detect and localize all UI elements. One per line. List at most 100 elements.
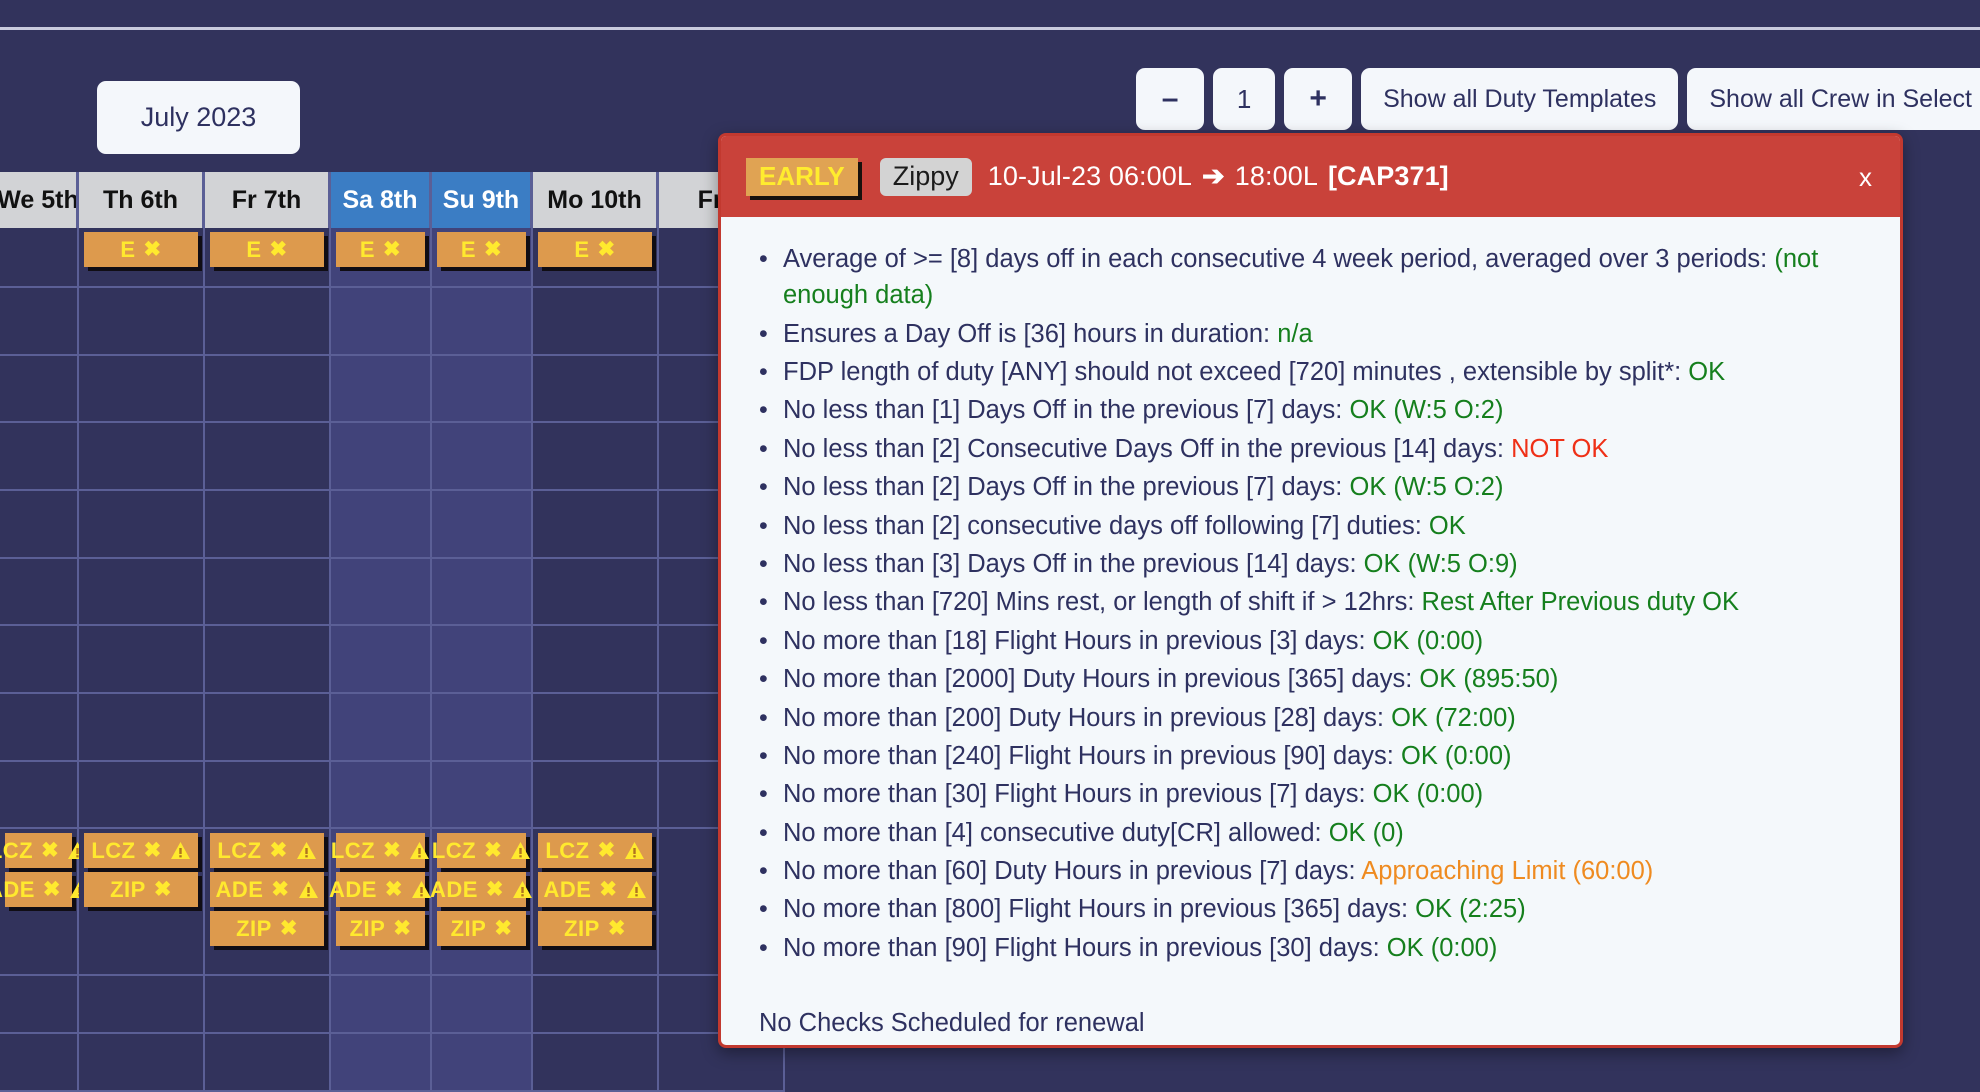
roster-cell[interactable]	[331, 491, 430, 559]
roster-cell[interactable]	[205, 1034, 329, 1092]
roster-cell[interactable]: E ✖	[79, 228, 203, 288]
roster-cell[interactable]	[79, 423, 203, 491]
roster-cell[interactable]: LCZ ✖ ADE ✖ ZIP ✖	[329, 829, 432, 976]
roster-cell[interactable]	[432, 1034, 531, 1092]
duty-chip-remove-icon[interactable]: ✖	[484, 237, 502, 262]
duty-chip[interactable]: E ✖	[538, 232, 652, 267]
roster-cell[interactable]	[331, 288, 430, 356]
duty-chip-remove-icon[interactable]: ✖	[599, 877, 617, 902]
roster-cell[interactable]	[0, 694, 77, 762]
duty-chip-remove-icon[interactable]: ✖	[494, 916, 512, 941]
duty-chip[interactable]: ZIP ✖	[538, 911, 652, 947]
roster-cell[interactable]: E ✖	[432, 228, 531, 288]
roster-cell[interactable]	[0, 356, 77, 424]
roster-cell[interactable]	[79, 356, 203, 424]
roster-cell[interactable]	[533, 694, 657, 762]
day-header-5[interactable]: Mo 10th	[533, 172, 659, 228]
roster-cell[interactable]	[205, 694, 329, 762]
roster-cell[interactable]	[205, 626, 329, 694]
duty-chip-remove-icon[interactable]: ✖	[385, 877, 403, 902]
duty-chip[interactable]: ADE ✖	[430, 872, 533, 908]
duty-chip-remove-icon[interactable]: ✖	[393, 916, 411, 941]
roster-cell[interactable]	[0, 228, 77, 288]
roster-cell[interactable]	[205, 423, 329, 491]
roster-cell[interactable]: LCZ ✖ ADE ✖ ZIP ✖	[430, 829, 533, 976]
roster-cell[interactable]	[533, 762, 657, 830]
day-header-3[interactable]: Sa 8th	[331, 172, 432, 228]
duty-chip-remove-icon[interactable]: ✖	[270, 838, 288, 863]
roster-cell[interactable]	[79, 491, 203, 559]
roster-cell[interactable]	[79, 694, 203, 762]
roster-cell[interactable]: E ✖	[533, 228, 657, 288]
duty-chip[interactable]: ADE ✖	[0, 872, 90, 908]
roster-cell[interactable]	[205, 762, 329, 830]
roster-cell[interactable]	[533, 491, 657, 559]
roster-cell[interactable]	[0, 762, 77, 830]
day-header-2[interactable]: Fr 7th	[205, 172, 331, 228]
duty-chip-remove-icon[interactable]: ✖	[41, 838, 59, 863]
roster-cell[interactable]	[432, 423, 531, 491]
roster-cell[interactable]	[79, 626, 203, 694]
roster-cell[interactable]	[0, 288, 77, 356]
increment-button[interactable]: +	[1284, 68, 1353, 130]
duty-chip[interactable]: E ✖	[437, 232, 526, 267]
roster-cell[interactable]	[533, 559, 657, 627]
duty-chip[interactable]: LCZ ✖	[538, 833, 652, 869]
roster-cell[interactable]	[0, 976, 77, 1035]
roster-cell[interactable]	[331, 694, 430, 762]
roster-cell[interactable]: LCZ ✖ ADE ✖ ZIP ✖	[533, 829, 657, 976]
roster-cell[interactable]	[533, 423, 657, 491]
roster-cell[interactable]	[79, 1034, 203, 1092]
roster-cell[interactable]	[432, 288, 531, 356]
duty-chip-remove-icon[interactable]: ✖	[270, 237, 288, 262]
duty-chip-remove-icon[interactable]: ✖	[280, 916, 298, 941]
roster-cell[interactable]	[432, 762, 531, 830]
duty-chip-remove-icon[interactable]: ✖	[383, 237, 401, 262]
duty-chip-remove-icon[interactable]: ✖	[598, 838, 616, 863]
roster-cell[interactable]	[79, 288, 203, 356]
roster-cell[interactable]	[533, 356, 657, 424]
duty-chip[interactable]: LCZ ✖	[331, 833, 430, 869]
duty-chip-remove-icon[interactable]: ✖	[271, 877, 289, 902]
duty-chip[interactable]: ZIP ✖	[210, 911, 324, 947]
roster-cell[interactable]: E ✖	[331, 228, 430, 288]
roster-cell[interactable]	[331, 976, 430, 1035]
show-all-crew-button[interactable]: Show all Crew in Select	[1687, 68, 1980, 130]
duty-chip-remove-icon[interactable]: ✖	[144, 838, 162, 863]
roster-cell[interactable]	[331, 1034, 430, 1092]
roster-cell[interactable]	[0, 626, 77, 694]
day-header-0[interactable]: We 5th	[0, 172, 79, 228]
roster-cell[interactable]	[205, 559, 329, 627]
roster-cell[interactable]	[432, 559, 531, 627]
duty-chip[interactable]: ADE ✖	[538, 872, 652, 908]
roster-cell[interactable]	[0, 491, 77, 559]
duty-chip[interactable]: E ✖	[84, 232, 198, 267]
show-all-duty-templates-button[interactable]: Show all Duty Templates	[1361, 68, 1679, 130]
duty-chip-remove-icon[interactable]: ✖	[598, 237, 616, 262]
roster-cell[interactable]	[533, 976, 657, 1035]
roster-cell[interactable]	[205, 491, 329, 559]
roster-cell[interactable]	[533, 288, 657, 356]
roster-cell[interactable]	[205, 288, 329, 356]
duty-chip[interactable]: ZIP ✖	[437, 911, 526, 947]
duty-chip[interactable]: LCZ ✖	[0, 833, 88, 869]
roster-cell[interactable]	[432, 356, 531, 424]
roster-cell[interactable]	[432, 694, 531, 762]
duty-chip[interactable]: ZIP ✖	[336, 911, 425, 947]
roster-cell[interactable]	[432, 626, 531, 694]
roster-cell[interactable]	[79, 976, 203, 1035]
week-count-value[interactable]: 1	[1213, 68, 1276, 130]
duty-chip-remove-icon[interactable]: ✖	[486, 877, 504, 902]
roster-cell[interactable]	[205, 356, 329, 424]
duty-chip-remove-icon[interactable]: ✖	[43, 877, 61, 902]
roster-cell[interactable]	[331, 356, 430, 424]
roster-cell[interactable]	[0, 423, 77, 491]
duty-chip[interactable]: LCZ ✖	[210, 833, 324, 869]
roster-cell[interactable]	[533, 626, 657, 694]
duty-chip[interactable]: E ✖	[336, 232, 425, 267]
roster-cell[interactable]: E ✖	[205, 228, 329, 288]
roster-cell[interactable]	[79, 762, 203, 830]
day-header-1[interactable]: Th 6th	[79, 172, 205, 228]
duty-chip-remove-icon[interactable]: ✖	[144, 237, 162, 262]
roster-cell[interactable]	[0, 559, 77, 627]
